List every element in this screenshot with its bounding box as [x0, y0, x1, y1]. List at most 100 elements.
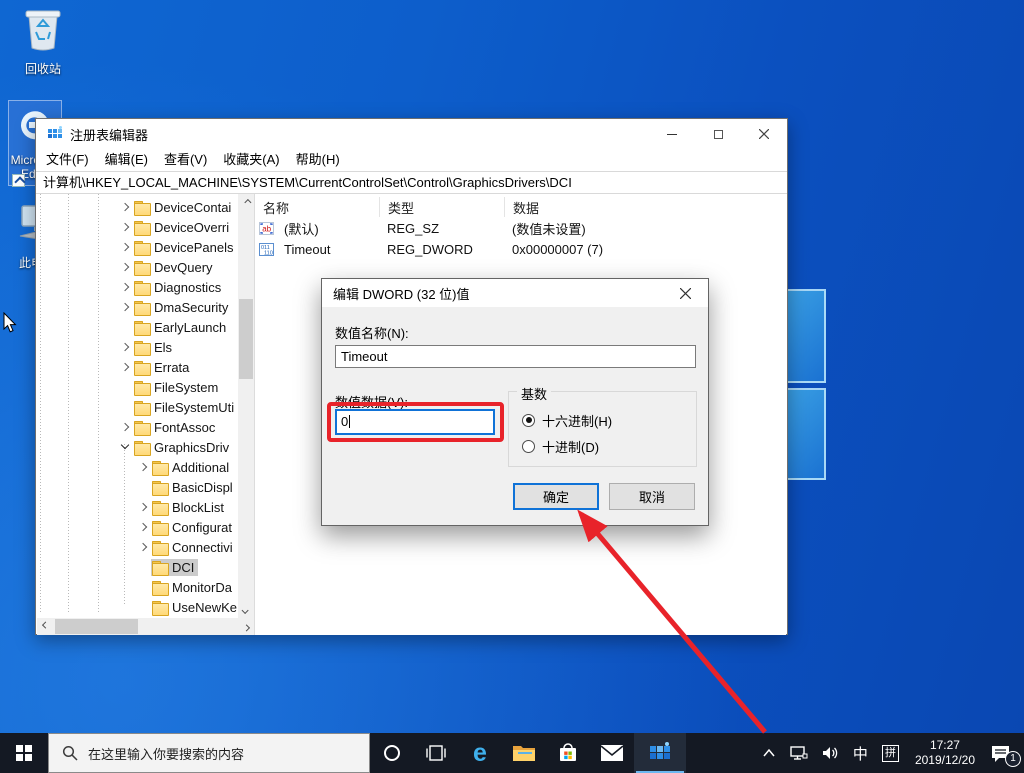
menu-item-查看[interactable]: 查看(V) [156, 149, 215, 171]
tree-item-DmaSecurity[interactable]: DmaSecurity [37, 297, 237, 317]
tree-item-BlockList[interactable]: BlockList [37, 497, 237, 517]
maximize-button[interactable] [695, 119, 741, 149]
taskbar-store-button[interactable] [546, 733, 590, 773]
tree-item-FileSystem[interactable]: FileSystem [37, 377, 237, 397]
registry-tree-panel[interactable]: DeviceContai DeviceOverri DevicePanels DevQ… [37, 194, 254, 635]
taskbar-registry-editor-button-active[interactable] [634, 733, 686, 773]
value-row-Timeout[interactable]: 011 110 Timeout REG_DWORD 0x00000007 (7) [255, 239, 786, 260]
hexadecimal-radio-label: 十六进制(H) [542, 413, 613, 429]
title-bar[interactable]: 注册表编辑器 [36, 119, 787, 149]
tree-item-UseNewKe[interactable]: UseNewKe [37, 597, 237, 617]
tree-item-FontAssoc[interactable]: FontAssoc [37, 417, 237, 437]
tray-show-hidden-icons-button[interactable] [755, 733, 783, 773]
menu-item-编辑[interactable]: 编辑(E) [97, 149, 156, 171]
recycle-bin-icon [25, 10, 61, 51]
tray-volume-button[interactable] [815, 733, 846, 773]
tray-ime-language-button[interactable]: 中 [846, 733, 875, 773]
microsoft-store-icon [560, 743, 576, 761]
expand-chevron-icon[interactable] [137, 520, 151, 534]
tree-item-Els[interactable]: Els [37, 337, 237, 357]
dword-value-icon: 011 110 [259, 243, 279, 256]
scroll-up-icon[interactable] [238, 194, 254, 210]
taskbar-edge-button[interactable]: e [458, 733, 502, 773]
taskbar-search-box[interactable]: 在这里输入你要搜索的内容 [48, 733, 370, 773]
collapse-chevron-icon[interactable] [119, 440, 133, 454]
tree-item-Diagnostics[interactable]: Diagnostics [37, 277, 237, 297]
tree-item-EarlyLaunch[interactable]: EarlyLaunch [37, 317, 237, 337]
tree-item-DCI[interactable]: DCI [37, 557, 237, 577]
dialog-close-button[interactable] [663, 279, 708, 307]
tree-item-label: DeviceContai [154, 199, 232, 215]
tree-item-label: DevQuery [154, 259, 213, 275]
hexadecimal-radio[interactable]: 十六进制(H) [522, 411, 612, 429]
expand-chevron-icon[interactable] [119, 300, 133, 314]
tree-horizontal-scrollbar[interactable] [37, 618, 254, 635]
tree-item-DeviceOverri[interactable]: DeviceOverri [37, 217, 237, 237]
menu-item-帮助[interactable]: 帮助(H) [288, 149, 348, 171]
ok-button[interactable]: 确定 [513, 483, 599, 510]
expand-chevron-icon[interactable] [119, 420, 133, 434]
tray-network-button[interactable] [783, 733, 815, 773]
expand-chevron-icon[interactable] [119, 360, 133, 374]
action-center-button[interactable]: 1 [984, 733, 1024, 773]
cortana-button[interactable] [370, 733, 414, 773]
address-bar[interactable]: 计算机\HKEY_LOCAL_MACHINE\SYSTEM\CurrentCon… [36, 171, 787, 194]
expand-chevron-icon[interactable] [119, 280, 133, 294]
tree-item-Additional[interactable]: Additional [37, 457, 237, 477]
scrollbar-thumb[interactable] [239, 299, 253, 379]
scrollbar-thumb[interactable] [55, 619, 138, 634]
close-button[interactable] [741, 119, 787, 149]
scroll-right-icon[interactable] [238, 618, 254, 634]
task-view-button[interactable] [414, 733, 458, 773]
minimize-button[interactable] [649, 119, 695, 149]
expand-chevron-icon[interactable] [137, 540, 151, 554]
folder-icon [134, 360, 151, 376]
scroll-down-icon[interactable] [238, 602, 254, 618]
folder-icon [134, 220, 151, 236]
taskbar-mail-button[interactable] [590, 733, 634, 773]
scroll-left-icon[interactable] [37, 618, 53, 634]
expand-chevron-icon[interactable] [119, 200, 133, 214]
cancel-button[interactable]: 取消 [609, 483, 695, 510]
tray-clock[interactable]: 17:27 2019/12/20 [906, 733, 984, 773]
dialog-title-bar[interactable]: 编辑 DWORD (32 位)值 [322, 279, 708, 307]
network-icon [790, 746, 808, 760]
tree-item-Connectivi[interactable]: Connectivi [37, 537, 237, 557]
desktop: 回收站 Microsoft Edge 此电脑 注册表编辑器 [0, 0, 1024, 773]
column-header-data[interactable]: 数据 [504, 197, 786, 217]
expand-chevron-icon[interactable] [137, 500, 151, 514]
close-icon [680, 287, 691, 299]
taskbar-file-explorer-button[interactable] [502, 733, 546, 773]
expand-chevron-icon[interactable] [137, 460, 151, 474]
decimal-radio[interactable]: 十进制(D) [522, 437, 599, 455]
expand-chevron-icon[interactable] [119, 260, 133, 274]
tree-item-DevicePanels[interactable]: DevicePanels [37, 237, 237, 257]
desktop-icon-recycle-bin[interactable]: 回收站 [12, 6, 74, 77]
tree-item-label: FontAssoc [154, 419, 216, 435]
column-header-name[interactable]: 名称 [255, 197, 379, 217]
search-icon [62, 745, 78, 761]
value-name-field[interactable]: Timeout [335, 345, 696, 368]
chevron-up-icon [763, 748, 775, 757]
tree-item-GraphicsDriv[interactable]: GraphicsDriv [37, 437, 237, 457]
tray-ime-mode-button[interactable]: 拼 [875, 733, 906, 773]
tree-item-Configurat[interactable]: Configurat [37, 517, 237, 537]
start-button[interactable] [0, 733, 48, 773]
value-row-(默认)[interactable]: ab (默认) REG_SZ (数值未设置) [255, 218, 786, 239]
tree-item-DeviceContai[interactable]: DeviceContai [37, 197, 237, 217]
expand-chevron-icon[interactable] [119, 340, 133, 354]
tree-vertical-scrollbar[interactable] [238, 194, 254, 618]
column-header-type[interactable]: 类型 [379, 197, 504, 217]
menu-item-文件[interactable]: 文件(F) [38, 149, 97, 171]
expand-chevron-icon[interactable] [119, 220, 133, 234]
tree-item-BasicDispl[interactable]: BasicDispl [37, 477, 237, 497]
folder-icon [134, 340, 151, 356]
expand-chevron-icon[interactable] [119, 240, 133, 254]
menu-item-收藏夹[interactable]: 收藏夹(A) [215, 149, 287, 171]
taskbar: 在这里输入你要搜索的内容 e 中 拼 17:27 2019/12/20 1 [0, 733, 1024, 773]
tree-item-MonitorDa[interactable]: MonitorDa [37, 577, 237, 597]
tree-item-DevQuery[interactable]: DevQuery [37, 257, 237, 277]
tree-item-FileSystemUti[interactable]: FileSystemUti [37, 397, 237, 417]
tree-item-Errata[interactable]: Errata [37, 357, 237, 377]
